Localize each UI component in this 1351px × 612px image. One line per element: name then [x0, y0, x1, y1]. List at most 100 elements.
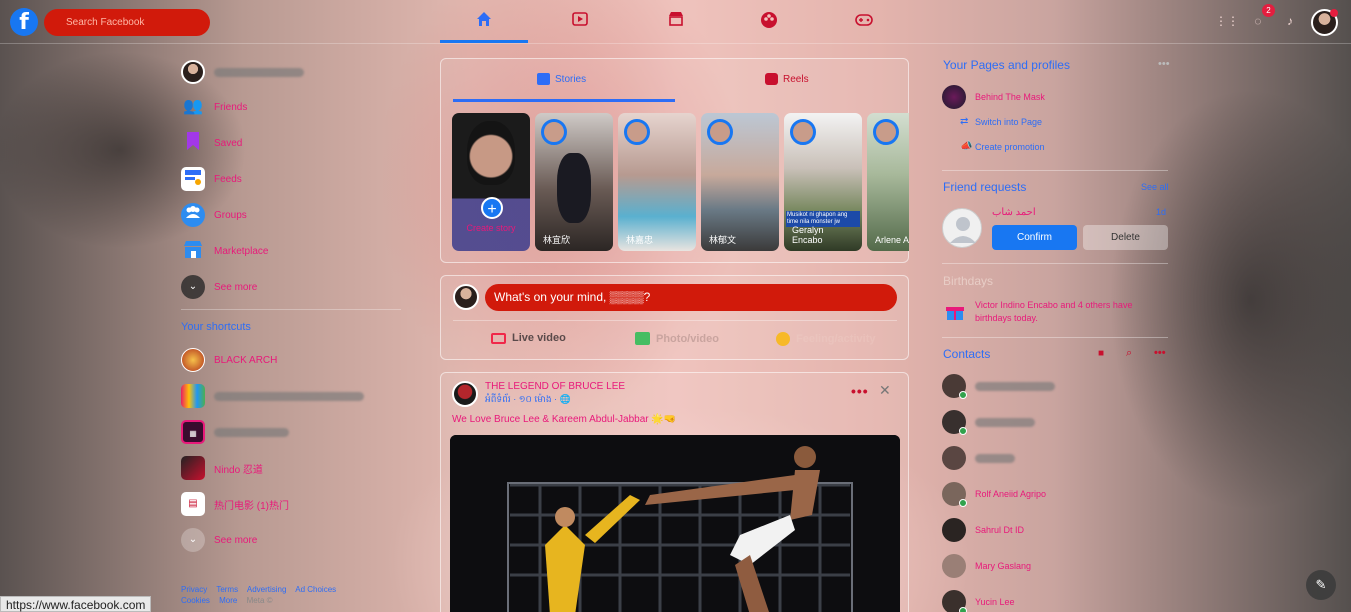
story-card[interactable]: Arlene Abrenil — [867, 113, 909, 251]
contacts-video-icon[interactable]: ■ — [1098, 348, 1104, 359]
post-close-icon[interactable]: ✕ — [879, 382, 891, 399]
request-time: 1d — [1156, 207, 1167, 217]
post-image[interactable] — [450, 435, 900, 612]
sidebar-item-label: Feeds — [214, 173, 242, 185]
shortcut-item[interactable]: Nindo 忍道 — [181, 453, 263, 483]
create-story-card[interactable]: + Create story — [452, 113, 530, 251]
contact-item[interactable] — [942, 410, 1035, 435]
confirm-friend-button[interactable]: Confirm — [992, 225, 1077, 250]
footer-links: Privacy Terms Advertising Ad Choices Coo… — [181, 584, 381, 606]
story-card[interactable]: 林郁文 — [701, 113, 779, 251]
birthday-text[interactable]: Victor Indino Encabo and 4 others have b… — [975, 299, 1165, 325]
create-promotion-link[interactable]: 📣 Create promotion — [960, 141, 1045, 153]
post-meta: អំពីទំព័រ · ១០ ម៉ោង · 🌐 — [485, 394, 571, 404]
story-author-name: 林嘉忠 — [626, 235, 654, 245]
sidebar-item-saved[interactable]: Saved — [181, 128, 242, 158]
shortcut-item[interactable]: BLACK ARCH — [181, 345, 277, 375]
contacts-search-icon[interactable]: ⌕ — [1126, 347, 1132, 360]
footer-link-ad-choices[interactable]: Ad Choices — [295, 585, 336, 594]
tab-stories[interactable]: Stories — [537, 73, 586, 85]
groups-tab-icon[interactable] — [758, 10, 780, 32]
footer-link-advertising[interactable]: Advertising — [247, 585, 287, 594]
friend-request-avatar[interactable] — [942, 208, 982, 248]
contacts-more-icon[interactable]: ••• — [1154, 347, 1166, 359]
shortcut-name-redacted — [214, 391, 364, 401]
post-image-illustration — [450, 435, 900, 612]
sidebar-item-label: Marketplace — [214, 245, 269, 257]
switch-icon: ⇄ — [960, 116, 969, 127]
contact-item[interactable]: Yucin Lee — [942, 590, 1015, 612]
page-item[interactable]: Behind The Mask — [942, 85, 1045, 109]
see-more-label: See more — [214, 534, 258, 546]
footer-link-terms[interactable]: Terms — [216, 585, 238, 594]
menu-grid-icon[interactable]: ⋮⋮ — [1215, 11, 1239, 31]
contact-item[interactable]: Sahrul Dt ID — [942, 518, 1024, 542]
story-author-avatar — [873, 119, 899, 145]
contact-name-redacted — [975, 453, 1015, 463]
live-video-button[interactable]: Live video — [491, 332, 566, 344]
post-page-name[interactable]: THE LEGEND OF BRUCE LEE — [485, 381, 625, 392]
composer-input[interactable]: What's on your mind, ▒▒▒▒? — [485, 284, 897, 311]
story-author-avatar — [624, 119, 650, 145]
right-divider — [942, 337, 1168, 338]
photo-video-button[interactable]: Photo/video — [635, 332, 719, 345]
story-author-name: 林宜欣 — [543, 235, 571, 245]
story-author-name: Arlene Abrenil — [875, 235, 909, 245]
sidebar-item-marketplace[interactable]: Marketplace — [181, 236, 268, 266]
footer-link-more[interactable]: More — [219, 596, 237, 605]
chevron-down-icon: ⌄ — [181, 275, 205, 299]
reels-icon — [765, 73, 778, 85]
contact-item[interactable]: Rolf Aneiid Agripo — [942, 482, 1046, 507]
shortcut-item[interactable]: ▤ 热门电影 (1)热门 — [181, 489, 289, 519]
facebook-logo[interactable]: f — [10, 8, 38, 36]
footer-link-cookies[interactable]: Cookies — [181, 596, 210, 605]
sidebar-see-more[interactable]: ⌄ See more — [181, 272, 257, 302]
profile-avatar — [181, 60, 205, 84]
story-card[interactable]: 林宜欣 — [535, 113, 613, 251]
notifications-bell-icon[interactable]: ♪ — [1280, 11, 1300, 31]
online-indicator — [959, 499, 967, 507]
search-input[interactable] — [44, 9, 210, 36]
contact-avatar — [942, 482, 967, 507]
marketplace-tab-icon[interactable] — [665, 10, 687, 32]
sidebar-item-groups[interactable]: Groups — [181, 200, 247, 230]
requester-name[interactable]: احمد شاب — [992, 207, 1036, 218]
pages-more-icon[interactable]: ••• — [1158, 58, 1170, 70]
delete-request-button[interactable]: Delete — [1083, 225, 1168, 250]
shortcuts-see-more[interactable]: ⌄ See more — [181, 525, 257, 555]
switch-into-page-link[interactable]: ⇄ Switch into Page — [960, 116, 1042, 128]
online-indicator — [959, 607, 967, 612]
see-all-link[interactable]: See all — [1141, 182, 1169, 192]
home-tab-icon[interactable] — [473, 10, 495, 32]
chevron-down-icon: ⌄ — [181, 528, 205, 552]
story-card[interactable]: Musikot ni ghapon ang time nila monster … — [784, 113, 862, 251]
sidebar-item-feeds[interactable]: Feeds — [181, 164, 242, 194]
post-more-options-icon[interactable]: ••• — [851, 383, 869, 399]
post-page-avatar[interactable] — [452, 381, 478, 407]
post-text: We Love Bruce Lee & Kareem Abdul-Jabbar … — [452, 414, 677, 425]
online-indicator — [959, 391, 967, 399]
shortcut-item[interactable]: ▦ — [181, 417, 289, 447]
footer-link-privacy[interactable]: Privacy — [181, 585, 207, 594]
contact-avatar — [942, 374, 967, 399]
sidebar-item-friends[interactable]: 👥 Friends — [181, 92, 247, 122]
sidebar-item-profile[interactable] — [181, 57, 304, 87]
new-message-edit-icon[interactable]: ✎ — [1306, 570, 1336, 600]
stories-tab-indicator — [453, 99, 675, 102]
contact-item[interactable] — [942, 374, 1055, 399]
tab-reels[interactable]: Reels — [765, 73, 809, 85]
contact-avatar — [942, 410, 967, 435]
contact-item[interactable]: Mary Gaslang — [942, 554, 1031, 578]
add-story-plus-icon: + — [481, 197, 503, 219]
watch-tab-icon[interactable] — [569, 10, 591, 32]
contact-item[interactable] — [942, 446, 1015, 470]
gaming-tab-icon[interactable] — [853, 10, 875, 32]
contact-name: Yucin Lee — [975, 597, 1015, 607]
composer-divider — [453, 320, 897, 321]
feeling-activity-button[interactable]: Feeling/activity — [776, 332, 875, 346]
gift-icon — [945, 302, 965, 322]
story-card[interactable]: 林嘉忠 — [618, 113, 696, 251]
profile-name-redacted — [214, 67, 304, 77]
shortcut-item[interactable] — [181, 381, 364, 411]
page-name: Behind The Mask — [975, 92, 1045, 102]
